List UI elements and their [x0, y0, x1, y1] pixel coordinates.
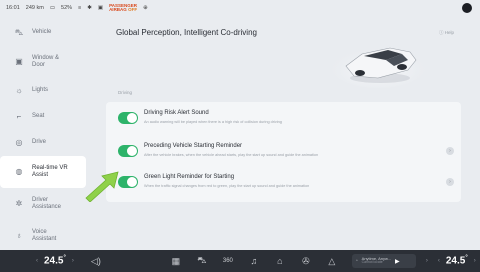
sidebar-item-vehicle[interactable]: ⛍ Vehicle [0, 20, 88, 46]
setting-title: Driving Risk Alert Sound [144, 110, 209, 116]
car-icon: ⛍ [14, 28, 24, 38]
bottom-dock: ‹ 24.5° › ◁) ▦ ⛍ 360 ♫ ⌂ ✇ △ ▫ Anytime, … [0, 250, 480, 272]
setting-row-green-light-reminder: Green Light Reminder for Starting When t… [118, 170, 454, 196]
steering-icon: ◎ [15, 138, 23, 148]
voice-icon: ♁ [16, 231, 22, 241]
section-label-driving: Driving [118, 90, 133, 95]
seat-icon: ⌐ [16, 112, 22, 122]
volume-icon[interactable]: ◁) [86, 256, 106, 267]
help-button[interactable]: ⓘ Help [439, 30, 454, 36]
clock: 16:01 [6, 5, 20, 11]
profile-avatar[interactable] [462, 3, 472, 13]
camera-icon: ▣ [97, 5, 104, 11]
sidebar-item-real-time-vr-assist[interactable]: ◍ Real-time VR Assist [0, 156, 86, 188]
info-icon[interactable]: › [446, 178, 454, 186]
sidebar-item-label: Real-time VR Assist [32, 164, 68, 178]
status-bar: 16:01 249 km ▭ 52% ≡ ✱ ▣ PASSENGER AIRBA… [0, 0, 480, 16]
settings-content: Global Perception, Intelligent Co-drivin… [92, 16, 478, 250]
sidebar-item-label: Seat [32, 113, 45, 120]
info-icon[interactable]: › [446, 147, 454, 155]
setting-description: After the vehicle brakes, when the vehic… [144, 153, 319, 157]
camera-360-icon[interactable]: 360 [218, 258, 238, 264]
setting-row-risk-alert-sound: Driving Risk Alert Sound An audio warnin… [118, 106, 448, 132]
setting-title: Green Light Reminder for Starting [144, 174, 235, 180]
passenger-airbag-indicator: PASSENGER AIRBAG OFF [109, 2, 138, 12]
driving-settings-card: Driving Risk Alert Sound An audio warnin… [106, 102, 461, 202]
sidebar-item-window-door[interactable]: ▣ Window & Door [0, 46, 88, 78]
risk-alert-sound-toggle[interactable] [118, 112, 138, 124]
sidebar-item-label: Voice Assistant [32, 228, 57, 242]
fan-icon[interactable]: ✇ [296, 256, 316, 267]
media-source-icon: ▫ [355, 258, 358, 264]
signal-icon: ≡ [78, 5, 82, 11]
media-widget[interactable]: ▫ Anytime, Anyw... Cannot locate ▶ [351, 254, 416, 268]
music-icon[interactable]: ♫ [244, 256, 264, 266]
steering-wheel-status-icon: ⊕ [143, 5, 148, 11]
sidebar-item-label: Lights [32, 87, 49, 94]
bluetooth-icon: ✱ [87, 5, 92, 11]
temp-down-right-icon[interactable]: ‹ [438, 258, 440, 264]
settings-sidebar: ⛍ Vehicle ▣ Window & Door ☼ Lights ⌐ Sea… [0, 20, 88, 250]
sidebar-item-lights[interactable]: ☼ Lights [0, 78, 88, 104]
temp-up-right-icon[interactable]: › [474, 258, 476, 264]
car-illustration [330, 44, 426, 88]
sidebar-item-label: Vehicle [32, 29, 52, 36]
car-control-icon[interactable]: ⛍ [192, 255, 212, 267]
left-temperature[interactable]: 24.5° [44, 255, 66, 266]
sidebar-item-voice-assistant[interactable]: ♁ Voice Assistant [0, 220, 88, 252]
sidebar-item-driver-assistance[interactable]: ✲ Driver Assistance [0, 188, 88, 220]
home-icon[interactable]: ⌂ [270, 256, 290, 266]
range-readout: 249 km [25, 5, 44, 11]
sidebar-item-label: Driver Assistance [32, 196, 62, 210]
sidebar-item-seat[interactable]: ⌐ Seat [0, 104, 88, 130]
setting-description: When the traffic signal changes from red… [144, 184, 310, 188]
setting-title: Preceding Vehicle Starting Reminder [144, 143, 243, 149]
sidebar-item-drive[interactable]: ◎ Drive [0, 130, 88, 156]
right-temperature[interactable]: 24.5° [446, 255, 468, 266]
light-icon: ☼ [15, 86, 23, 96]
pointer-arrow-icon [85, 171, 119, 202]
battery-icon: ▭ [49, 5, 56, 11]
navigation-icon[interactable]: △ [322, 256, 342, 267]
next-track-icon[interactable]: › [426, 258, 428, 264]
vr-assist-icon: ◍ [15, 167, 23, 177]
temp-down-left-icon[interactable]: ‹ [36, 258, 38, 264]
sidebar-item-label: Drive [32, 139, 47, 146]
page-title: Global Perception, Intelligent Co-drivin… [116, 28, 257, 37]
temp-up-left-icon[interactable]: › [72, 258, 74, 264]
preceding-vehicle-reminder-toggle[interactable] [118, 145, 138, 157]
media-subtitle: Cannot locate [361, 260, 383, 265]
battery-percent: 52% [61, 5, 73, 11]
setting-description: An audio warning will be played when the… [144, 120, 282, 124]
driver-assist-icon: ✲ [15, 199, 23, 209]
play-icon[interactable]: ▶ [395, 258, 400, 265]
window-icon: ▣ [15, 57, 23, 67]
apps-grid-icon[interactable]: ▦ [166, 256, 186, 267]
setting-row-preceding-vehicle-reminder: Preceding Vehicle Starting Reminder Afte… [118, 139, 454, 165]
sidebar-item-label: Window & Door [32, 54, 60, 68]
